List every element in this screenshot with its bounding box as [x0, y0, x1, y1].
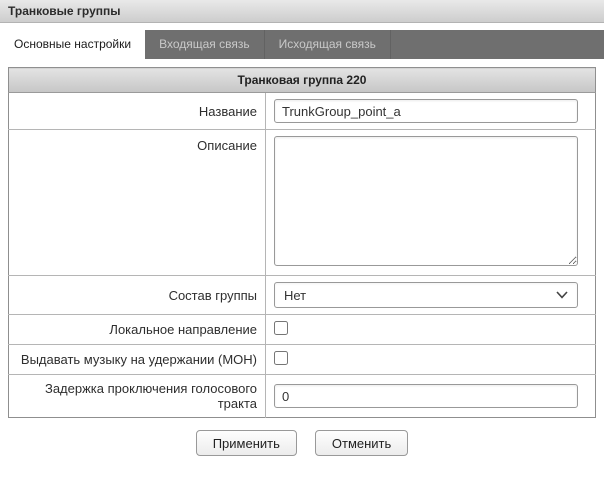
table-row: Название — [9, 93, 596, 130]
group-members-select[interactable]: Нет — [274, 282, 578, 308]
tab-label: Входящая связь — [159, 37, 250, 51]
table-row: Состав группы Нет — [9, 276, 596, 315]
moh-label: Выдавать музыку на удержании (MOH) — [9, 345, 266, 375]
trunk-group-form: Транковая группа 220 Название Описание С… — [8, 67, 596, 418]
table-header-row: Транковая группа 220 — [9, 68, 596, 93]
name-input[interactable] — [274, 99, 578, 123]
table-row: Выдавать музыку на удержании (MOH) — [9, 345, 596, 375]
form-header: Транковая группа 220 — [9, 68, 596, 93]
description-textarea[interactable] — [274, 136, 578, 266]
tab-main-settings[interactable]: Основные настройки — [0, 30, 145, 59]
tab-bar: Основные настройки Входящая связь Исходя… — [0, 30, 604, 59]
form-actions: Применить Отменить — [8, 430, 596, 456]
local-direction-checkbox[interactable] — [274, 321, 288, 335]
tab-outgoing-link[interactable]: Исходящая связь — [265, 30, 391, 59]
chevron-down-icon — [556, 291, 568, 299]
main-content: Транковая группа 220 Название Описание С… — [0, 59, 604, 464]
delay-input[interactable] — [274, 384, 578, 408]
cancel-button[interactable]: Отменить — [315, 430, 408, 456]
table-row: Локальное направление — [9, 315, 596, 345]
tab-label: Исходящая связь — [279, 37, 376, 51]
titlebar-gap — [0, 23, 604, 30]
group-members-selected-value: Нет — [284, 288, 306, 303]
apply-button[interactable]: Применить — [196, 430, 297, 456]
page-title: Транковые группы — [8, 4, 121, 18]
tab-label: Основные настройки — [14, 37, 131, 51]
tab-bar-filler — [391, 30, 604, 59]
moh-checkbox[interactable] — [274, 351, 288, 365]
local-direction-label: Локальное направление — [9, 315, 266, 345]
description-label: Описание — [9, 130, 266, 276]
window-titlebar: Транковые группы — [0, 0, 604, 23]
name-label: Название — [9, 93, 266, 130]
table-row: Задержка проключения голосового тракта — [9, 375, 596, 418]
delay-label: Задержка проключения голосового тракта — [9, 375, 266, 418]
tab-incoming-link[interactable]: Входящая связь — [145, 30, 265, 59]
table-row: Описание — [9, 130, 596, 276]
group-members-label: Состав группы — [9, 276, 266, 315]
